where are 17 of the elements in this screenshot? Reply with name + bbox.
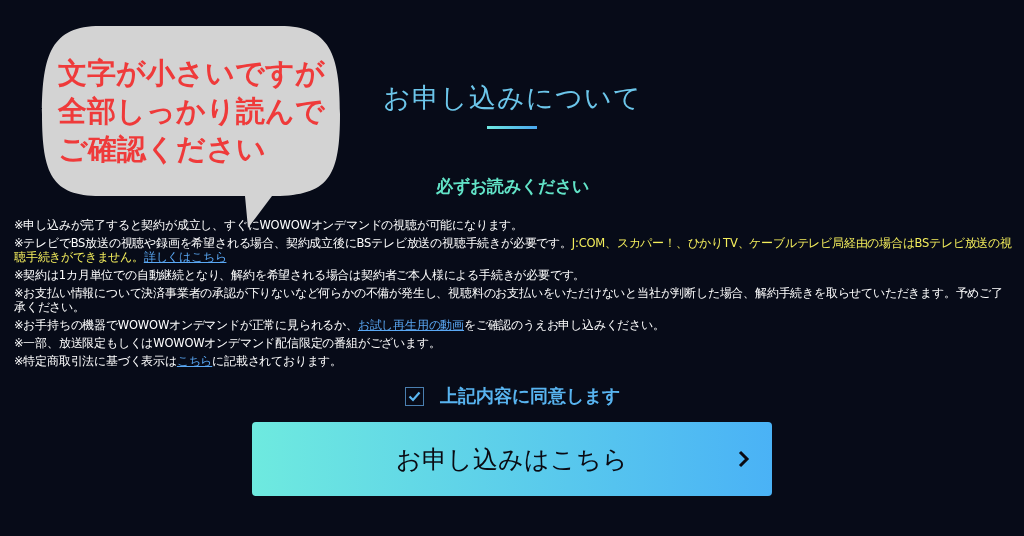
apply-button[interactable]: お申し込みはこちら bbox=[252, 422, 772, 496]
agree-label: 上記内容に同意します bbox=[439, 384, 620, 408]
note-text: ※テレビでBS放送の視聴や録画を希望される場合、契約成立後にBSテレビ放送の視聴手続きが必要です。J:COM、スカパー！、ひかりTV、ケーブルテレビ局経由の場合はBSテレビ放送の視聴手続きができません。詳しくはこちら bbox=[14, 236, 1013, 264]
note-text: ※お手持ちの機器でWOWOWオンデマンドが正常に見られるか、お試し再生用の動画をご確認のうえお申し込みください。 bbox=[14, 318, 666, 332]
note-text: ※契約は1カ月単位での自動継続となり、解約を希望される場合は契約者ご本人様による手続きが必要です。 bbox=[14, 268, 587, 282]
note-text: ※お支払い情報について決済事業者の承認が下りないなど何らかの不備が発生し、視聴料のお支払いをいただけないと当社が判断した場合、解約手続きを取らせていただきます。予めご了承ください。 bbox=[14, 286, 1004, 314]
agree-checkbox[interactable] bbox=[404, 386, 424, 406]
note-text: ※一部、放送限定もしくはWOWOWオンデマンド配信限定の番組がございます。 bbox=[14, 336, 442, 350]
chevron-right-icon bbox=[738, 450, 750, 468]
notice-heading: 必ずお読みください bbox=[435, 175, 589, 198]
text-link[interactable]: お試し再生用の動画 bbox=[357, 318, 465, 332]
note-text: ※特定商取引法に基づく表示はこちら に記載されております。 bbox=[14, 354, 344, 368]
text-link[interactable]: 詳しくはこちら bbox=[143, 250, 227, 264]
title-underline bbox=[487, 126, 537, 129]
callout-text: 文字が小さいですが 全部しっかり読んで ご確認ください bbox=[58, 55, 325, 168]
section-title: お申し込みについて bbox=[382, 81, 642, 115]
text-link[interactable]: こちら bbox=[176, 354, 213, 368]
